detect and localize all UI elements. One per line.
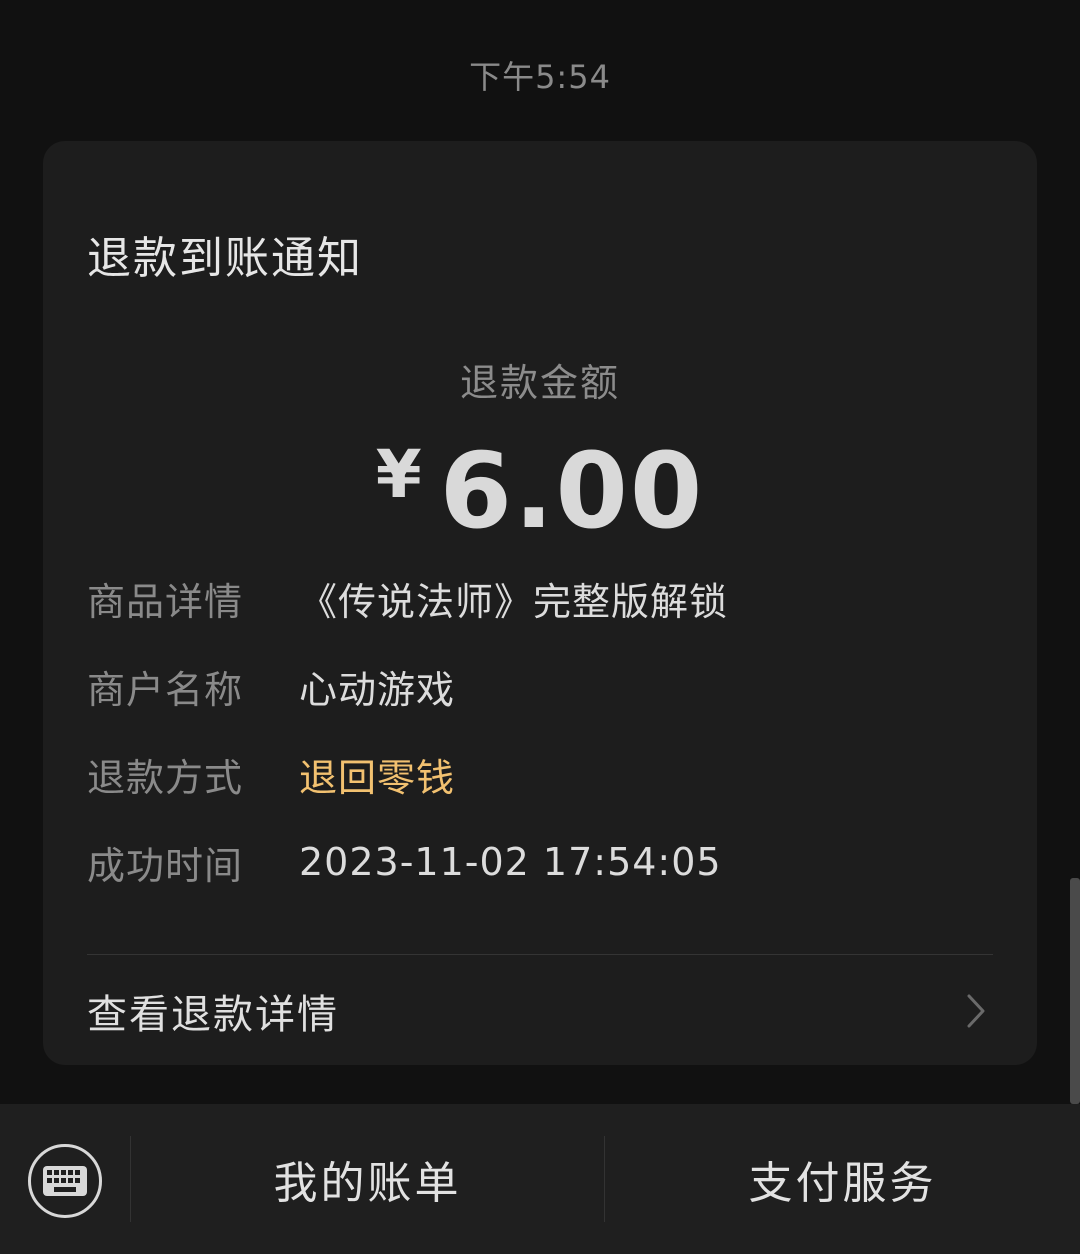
detail-link-label: 查看退款详情 [87,992,339,1038]
row-label: 商品详情 [87,579,244,624]
row-success-time: 成功时间 2023-11-02 17:54:05 [87,837,722,888]
row-value: 2023-11-02 17:54:05 [299,840,722,884]
card-divider [87,954,993,955]
refund-amount: ¥6.00 [0,430,1080,552]
timestamp: 下午5:54 [469,58,611,96]
row-label: 成功时间 [87,843,244,888]
currency-symbol: ¥ [375,436,422,513]
row-value: 心动游戏 [299,667,456,712]
row-label: 退款方式 [87,755,244,800]
refund-amount-label: 退款金额 [459,361,620,405]
row-label: 商户名称 [87,667,244,712]
chevron-right-icon [967,994,985,1028]
row-product-detail: 商品详情 《传说法师》完整版解锁 [87,573,729,624]
scrollbar[interactable] [1070,878,1080,1104]
row-value: 退回零钱 [299,755,456,800]
row-value: 《传说法师》完整版解锁 [299,579,729,624]
keyboard-icon [43,1166,87,1196]
my-bill-button[interactable]: 我的账单 [131,1104,604,1254]
view-refund-detail-link[interactable]: 查看退款详情 [87,978,993,1044]
row-merchant-name: 商户名称 心动游戏 [87,661,456,712]
card-title: 退款到账通知 [87,233,363,284]
keyboard-toggle-button[interactable] [28,1144,102,1218]
amount-value: 6.00 [439,430,705,552]
payment-service-button[interactable]: 支付服务 [605,1104,1080,1254]
row-refund-method: 退款方式 退回零钱 [87,749,456,800]
bottom-menu-bar: 我的账单 支付服务 [0,1104,1080,1254]
